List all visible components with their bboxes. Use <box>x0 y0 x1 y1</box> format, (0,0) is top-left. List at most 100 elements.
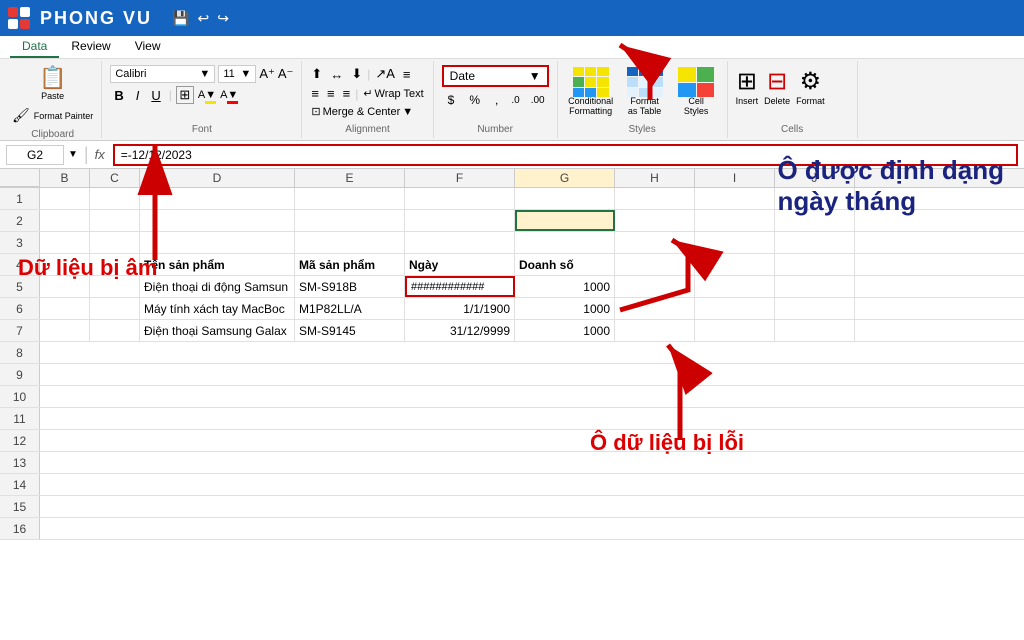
cell[interactable] <box>615 298 695 319</box>
cell-D5[interactable]: Điện thoại di động Samsun <box>140 276 295 297</box>
decrease-font-icon[interactable]: A⁻ <box>278 66 294 82</box>
conditional-formatting-button[interactable]: ConditionalFormatting <box>566 67 616 117</box>
cell[interactable] <box>695 254 775 275</box>
cell[interactable] <box>775 232 855 253</box>
cell-G5[interactable]: 1000 <box>515 276 615 297</box>
number-format-selector[interactable]: Date ▼ <box>442 65 549 87</box>
font-size-selector[interactable]: 11▼ <box>218 65 256 83</box>
cell[interactable] <box>140 232 295 253</box>
cell[interactable] <box>695 320 775 341</box>
cell-D7[interactable]: Điện thoại Samsung Galax <box>140 320 295 341</box>
cell-E6[interactable]: M1P82LL/A <box>295 298 405 319</box>
cell[interactable] <box>405 232 515 253</box>
cell[interactable] <box>40 232 90 253</box>
col-header-D[interactable]: D <box>140 169 295 187</box>
cell-styles-button[interactable]: CellStyles <box>674 67 719 117</box>
align-bottom-button[interactable]: ⬇ <box>348 65 365 83</box>
font-color-button[interactable]: A▼ <box>220 89 238 101</box>
cell-G7[interactable]: 1000 <box>515 320 615 341</box>
align-center-button[interactable]: ≡ <box>324 85 338 102</box>
cell-G2[interactable] <box>515 210 615 231</box>
border-button[interactable]: ⊞ <box>176 86 194 104</box>
dollar-button[interactable]: $ <box>442 90 461 110</box>
col-header-B[interactable]: B <box>40 169 90 187</box>
decimal-dec-button[interactable]: .00 <box>527 93 549 108</box>
redo-icon[interactable]: ↪ <box>217 10 229 27</box>
cell-E7[interactable]: SM-S9145 <box>295 320 405 341</box>
cell[interactable] <box>615 320 695 341</box>
cell[interactable] <box>405 210 515 231</box>
cell[interactable] <box>695 232 775 253</box>
cell-F6[interactable]: 1/1/1900 <box>405 298 515 319</box>
align-right-button[interactable]: ≡ <box>340 85 354 102</box>
delete-button[interactable]: ⊟ Delete <box>764 67 790 106</box>
cell[interactable] <box>695 298 775 319</box>
cell[interactable] <box>40 210 90 231</box>
cell[interactable] <box>40 298 90 319</box>
cell[interactable] <box>615 276 695 297</box>
bold-button[interactable]: B <box>110 87 127 104</box>
align-top-button[interactable]: ⬆ <box>308 65 325 83</box>
tab-view[interactable]: View <box>123 36 173 58</box>
cell[interactable] <box>615 232 695 253</box>
cell-header-product-name[interactable]: Tên sản phẩm <box>140 254 295 275</box>
cell[interactable] <box>775 276 855 297</box>
cell[interactable] <box>615 210 695 231</box>
tab-review[interactable]: Review <box>59 36 122 58</box>
cell-G6[interactable]: 1000 <box>515 298 615 319</box>
cell[interactable] <box>695 188 775 209</box>
cell[interactable] <box>40 320 90 341</box>
cell[interactable] <box>295 232 405 253</box>
cell[interactable] <box>615 188 695 209</box>
cell[interactable] <box>775 254 855 275</box>
paste-button[interactable]: 📋 Paste <box>35 63 70 103</box>
cell[interactable] <box>140 210 295 231</box>
font-name-selector[interactable]: Calibri▼ <box>110 65 215 83</box>
cell[interactable] <box>775 298 855 319</box>
tab-data[interactable]: Data <box>10 36 59 58</box>
col-header-I[interactable]: I <box>695 169 775 187</box>
format-painter-button[interactable]: 🖌 Format Painter <box>12 107 93 124</box>
indent-button[interactable]: ≡ <box>400 66 414 83</box>
increase-font-icon[interactable]: A⁺ <box>259 66 275 82</box>
cell[interactable] <box>90 320 140 341</box>
save-icon[interactable]: 💾 <box>172 10 189 27</box>
align-left-button[interactable]: ≡ <box>308 85 322 102</box>
italic-button[interactable]: I <box>132 87 144 104</box>
cell[interactable] <box>90 232 140 253</box>
fill-color-button[interactable]: A▼ <box>198 89 216 101</box>
percent-button[interactable]: % <box>463 90 486 110</box>
cell[interactable] <box>515 188 615 209</box>
cell-F5-hash[interactable]: ############ <box>405 276 515 297</box>
cell[interactable] <box>90 210 140 231</box>
cell[interactable] <box>615 254 695 275</box>
align-middle-button[interactable]: ↔ <box>327 66 346 83</box>
comma-button[interactable]: , <box>489 90 504 110</box>
format-button[interactable]: ⚙ Format <box>796 67 825 106</box>
name-box[interactable]: G2 <box>6 145 64 165</box>
insert-button[interactable]: ⊞ Insert <box>736 67 759 106</box>
cell-D6[interactable]: Máy tính xách tay MacBoc <box>140 298 295 319</box>
rotate-text-button[interactable]: ↗A <box>372 65 398 83</box>
cell[interactable] <box>295 188 405 209</box>
cell[interactable] <box>695 276 775 297</box>
decimal-inc-button[interactable]: .0 <box>507 93 523 108</box>
col-header-E[interactable]: E <box>295 169 405 187</box>
cell[interactable] <box>515 232 615 253</box>
cell[interactable] <box>140 188 295 209</box>
cell[interactable] <box>40 188 90 209</box>
col-header-G[interactable]: G <box>515 169 615 187</box>
cell[interactable] <box>90 188 140 209</box>
cell[interactable] <box>695 210 775 231</box>
col-header-F[interactable]: F <box>405 169 515 187</box>
undo-icon[interactable]: ↩ <box>197 10 209 27</box>
cell[interactable] <box>405 188 515 209</box>
wrap-text-button[interactable]: ↵Wrap Text <box>360 86 426 101</box>
cell-header-product-code[interactable]: Mã sản phẩm <box>295 254 405 275</box>
col-header-C[interactable]: C <box>90 169 140 187</box>
cell[interactable] <box>775 320 855 341</box>
cell-E5[interactable]: SM-S918B <box>295 276 405 297</box>
underline-button[interactable]: U <box>147 87 164 104</box>
cell[interactable] <box>295 210 405 231</box>
cell-header-date[interactable]: Ngày <box>405 254 515 275</box>
